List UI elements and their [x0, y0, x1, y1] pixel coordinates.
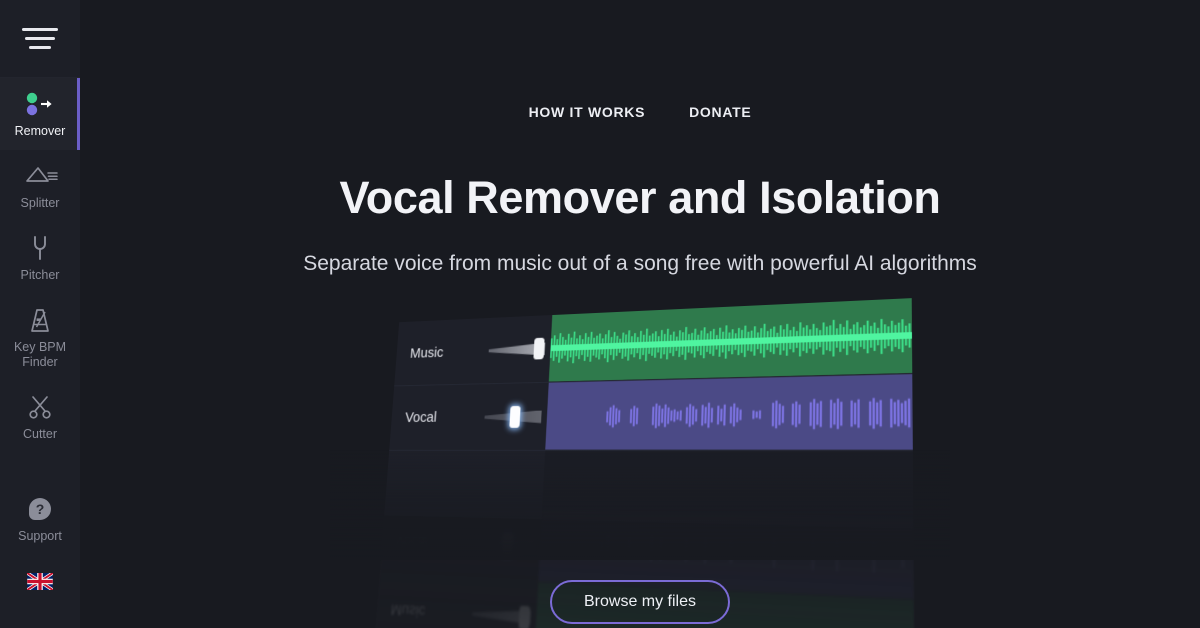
uk-flag-icon[interactable] [26, 571, 54, 592]
main-content: HOW IT WORKS DONATE Vocal Remover and Is… [80, 0, 1200, 628]
sidebar: Remover Splitter Pitcher Key BPM Finder … [0, 0, 80, 628]
sidebar-item-splitter[interactable]: Splitter [0, 150, 80, 222]
reflection-slider [473, 510, 542, 581]
sidebar-item-support[interactable]: ? Support [0, 483, 80, 555]
reflection-label: Vocal [395, 532, 429, 551]
tuning-fork-icon [28, 233, 52, 263]
sidebar-item-pitcher[interactable]: Pitcher [0, 222, 80, 294]
ghost-volume-slider [476, 451, 545, 520]
track-label-ghost [384, 451, 480, 518]
music-waveform-svg [550, 318, 913, 364]
track-row-music: Music [394, 298, 913, 386]
sidebar-item-key-bpm-finder[interactable]: Key BPM Finder [0, 294, 80, 381]
vocal-volume-slider[interactable] [481, 383, 549, 450]
sidebar-item-label: Support [18, 529, 62, 543]
track-label: Vocal [404, 409, 438, 426]
sidebar-item-label: Cutter [22, 427, 58, 441]
music-waveform [548, 298, 913, 382]
prism-splitter-icon [22, 161, 58, 191]
music-volume-slider[interactable] [485, 315, 552, 383]
track-label: Music [409, 344, 444, 362]
page-root: Remover Splitter Pitcher Key BPM Finder … [0, 0, 1200, 628]
audio-editor-illustration: Music Vocal Music Vocal [330, 298, 950, 628]
sidebar-item-remover[interactable]: Remover [0, 78, 80, 150]
sidebar-item-label: Splitter [20, 196, 60, 210]
sidebar-item-cutter[interactable]: Cutter [0, 381, 80, 453]
cta-area: Browse my files [80, 580, 1200, 624]
slider-track [476, 537, 535, 552]
sidebar-item-label: Key BPM Finder [13, 340, 67, 369]
ghost-waveform [541, 450, 914, 529]
sidebar-item-label: Remover [14, 124, 66, 138]
hamburger-line [22, 28, 58, 31]
svg-text:?: ? [36, 501, 45, 517]
slider-handle [501, 533, 514, 557]
track-row-ghost [384, 449, 914, 529]
metronome-icon [27, 305, 53, 335]
nav-donate[interactable]: DONATE [689, 104, 751, 120]
vocal-waveform [545, 374, 913, 450]
hamburger-menu-button[interactable] [0, 0, 80, 78]
hamburger-line [25, 37, 55, 40]
scissors-icon [27, 392, 53, 422]
nav-how-it-works[interactable]: HOW IT WORKS [529, 104, 646, 120]
top-navigation: HOW IT WORKS DONATE [80, 104, 1200, 120]
track-row-vocal: Vocal [389, 373, 913, 450]
vocal-waveform-svg [606, 397, 911, 430]
sidebar-item-label: Pitcher [20, 268, 60, 282]
slider-handle[interactable] [509, 405, 521, 428]
page-subtitle: Separate voice from music out of a song … [303, 252, 977, 275]
slider-handle[interactable] [533, 337, 545, 360]
sidebar-nav: Remover Splitter Pitcher Key BPM Finder … [0, 78, 80, 592]
browse-my-files-button[interactable]: Browse my files [549, 580, 731, 624]
hamburger-line [29, 46, 51, 49]
track-list: Music Vocal [384, 298, 914, 529]
page-title: Vocal Remover and Isolation [339, 172, 941, 223]
remover-dots-arrow-icon [23, 89, 57, 119]
question-bubble-icon: ? [27, 494, 53, 524]
